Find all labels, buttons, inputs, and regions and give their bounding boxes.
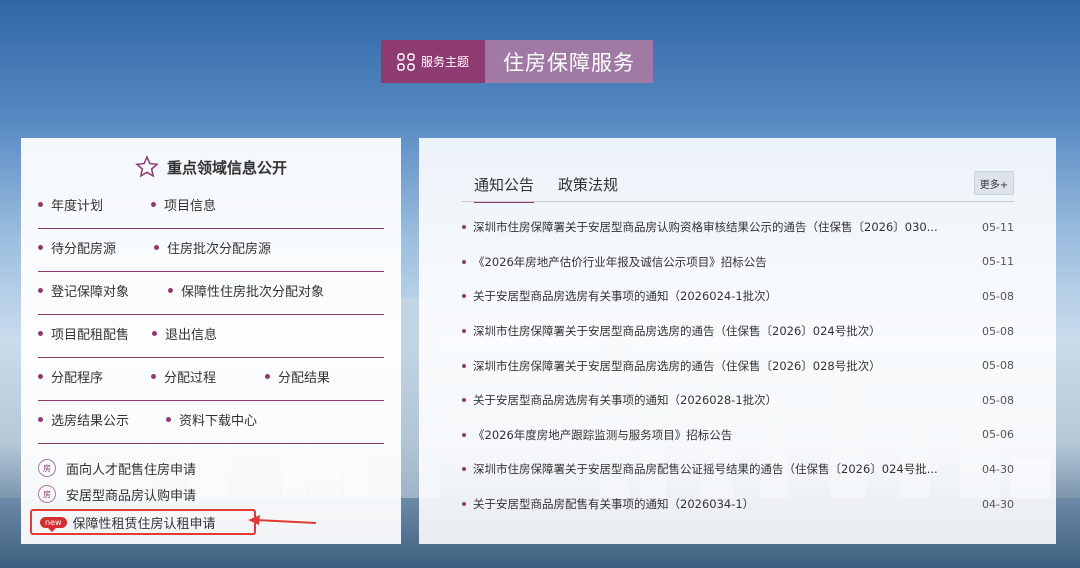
page-title: 住房保障服务 (485, 40, 653, 83)
list-item[interactable]: 深圳市住房保障署关于安居型商品房选房的通告（住保售〔2026〕028号批次） 05… (462, 348, 1014, 383)
apply-icon: 房 (38, 485, 56, 503)
list-item[interactable]: 《2026年房地产估价行业年报及诚信公示项目》招标公告 05-11 (462, 245, 1014, 280)
link-exit-info[interactable]: 退出信息 (152, 315, 217, 357)
talent-housing-application[interactable]: 房 面向人才配售住房申请 (38, 456, 196, 480)
link-allocation-process[interactable]: 分配过程 (151, 358, 216, 400)
new-badge-icon: new (40, 516, 67, 532)
list-item[interactable]: 关于安居型商品房选房有关事项的通知（2026028-1批次） 05-08 (462, 383, 1014, 418)
link-row: 选房结果公示 资料下载中心 (38, 401, 384, 444)
tab-notices[interactable]: 通知公告 (474, 174, 535, 203)
link-selection-results[interactable]: 选房结果公示 (38, 401, 129, 443)
link-row: 年度计划 项目信息 (38, 186, 384, 229)
link-allocation-result[interactable]: 分配结果 (265, 358, 330, 400)
affordable-housing-application[interactable]: 房 安居型商品房认购申请 (38, 482, 196, 506)
more-button[interactable]: 更多+ (974, 171, 1014, 195)
link-row: 待分配房源 住房批次分配房源 (38, 229, 384, 272)
service-topic-header: 服务主题 住房保障服务 (381, 40, 653, 83)
link-batch-housing[interactable]: 住房批次分配房源 (154, 229, 271, 271)
news-tabs: 通知公告 政策法规 (474, 174, 618, 203)
grid-icon (397, 52, 415, 71)
rental-housing-application[interactable]: new 保障性租赁住房认租申请 (30, 509, 256, 535)
list-item[interactable]: 深圳市住房保障署关于安居型商品房选房的通告（住保售〔2026〕024号批次） 05… (462, 314, 1014, 349)
link-row: 项目配租配售 退出信息 (38, 315, 384, 358)
list-item[interactable]: 关于安居型商品房配售有关事项的通知（2026034-1） 04-30 (462, 487, 1014, 522)
list-item[interactable]: 《2026年度房地产跟踪监测与服务项目》招标公告 05-06 (462, 418, 1014, 453)
key-info-title-text: 重点领域信息公开 (166, 158, 287, 177)
link-download-center[interactable]: 资料下载中心 (166, 401, 257, 443)
apply-icon: 房 (38, 459, 56, 477)
link-row: 登记保障对象 保障性住房批次分配对象 (38, 272, 384, 315)
list-item[interactable]: 关于安居型商品房选房有关事项的通知（2026024-1批次） 05-08 (462, 279, 1014, 314)
key-info-panel: 重点领域信息公开 年度计划 项目信息 待分配房源 住房批次分配房源 登记保障对象… (21, 138, 401, 544)
link-pending-housing[interactable]: 待分配房源 (38, 229, 116, 271)
list-item[interactable]: 深圳市住房保障署关于安居型商品房配售公证摇号结果的通告（住保售〔2026〕024… (462, 452, 1014, 487)
arrow-icon (248, 515, 317, 525)
link-row: 分配程序 分配过程 分配结果 (38, 358, 384, 401)
link-annual-plan[interactable]: 年度计划 (38, 186, 103, 228)
topic-label: 服务主题 (420, 55, 469, 69)
link-allocation-procedure[interactable]: 分配程序 (38, 358, 103, 400)
tab-divider (461, 201, 1014, 202)
topic-label-box[interactable]: 服务主题 (381, 40, 485, 83)
link-project-info[interactable]: 项目信息 (151, 186, 216, 228)
list-item[interactable]: 深圳市住房保障署关于安居型商品房认购资格审核结果公示的通告（住保售〔2026〕0… (462, 210, 1014, 245)
link-registered-targets[interactable]: 登记保障对象 (38, 272, 129, 314)
tab-policies[interactable]: 政策法规 (558, 174, 618, 203)
star-outline-icon (135, 155, 159, 178)
news-panel: 通知公告 政策法规 更多+ 深圳市住房保障署关于安居型商品房认购资格审核结果公示… (419, 138, 1056, 544)
link-batch-targets[interactable]: 保障性住房批次分配对象 (168, 272, 324, 314)
news-list: 深圳市住房保障署关于安居型商品房认购资格审核结果公示的通告（住保售〔2026〕0… (462, 210, 1014, 521)
link-project-allocation[interactable]: 项目配租配售 (38, 315, 129, 357)
